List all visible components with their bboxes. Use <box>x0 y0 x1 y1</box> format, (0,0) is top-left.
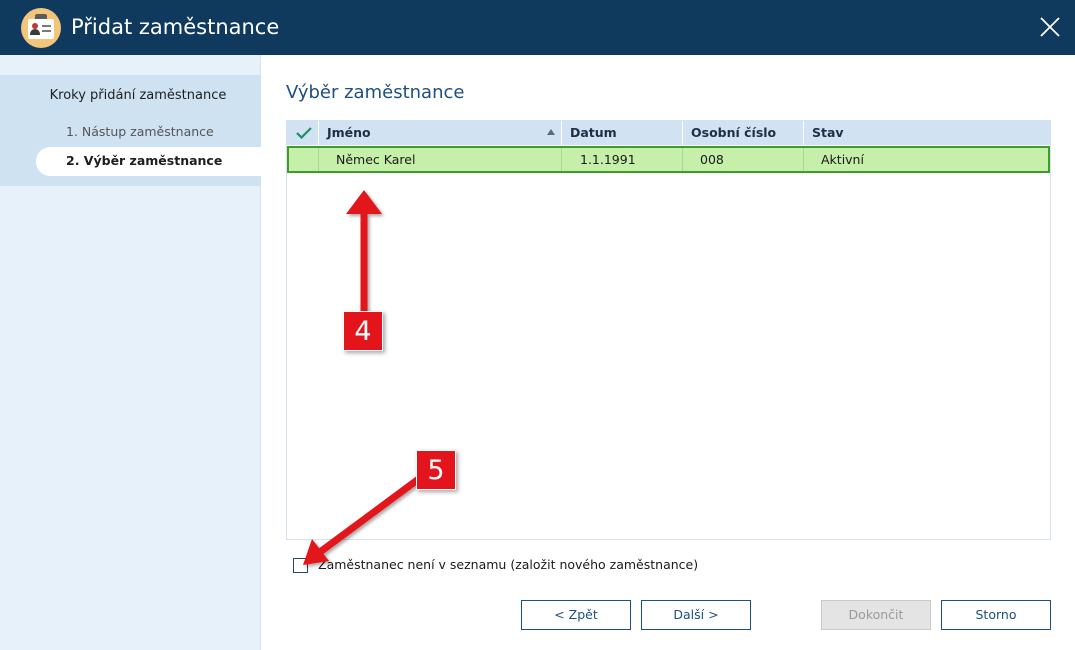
title-bar: Přidat zaměstnance <box>0 0 1075 55</box>
cell-osobni-cislo: 008 <box>683 148 804 171</box>
table-row[interactable]: Němec Karel 1.1.1991 008 Aktivní <box>287 146 1050 173</box>
steps-title: Kroky přidání zaměstnance <box>49 88 227 103</box>
annotation-marker-4: 4 <box>343 311 383 351</box>
close-icon[interactable] <box>1034 11 1066 43</box>
cell-datum: 1.1.1991 <box>562 148 683 171</box>
next-button[interactable]: Další > <box>641 600 751 630</box>
page-title: Výběr zaměstnance <box>286 82 465 103</box>
wizard-sidebar: Kroky přidání zaměstnance 1. Nástup zamě… <box>0 55 261 650</box>
step-vyber-label: 2. Výběr zaměstnance <box>66 153 223 168</box>
cancel-button[interactable]: Storno <box>941 600 1051 630</box>
cell-stav: Aktivní <box>821 152 864 167</box>
employee-badge-icon <box>21 8 61 48</box>
step-nastup[interactable]: 1. Nástup zaměstnance <box>66 124 214 139</box>
grid-header: Jméno Datum narození Osobní číslo Stav <box>287 121 1050 164</box>
annotation-marker-5: 5 <box>416 450 456 490</box>
new-employee-checkbox[interactable] <box>293 558 308 573</box>
cell-jmeno: Němec Karel <box>319 148 562 171</box>
new-employee-checkbox-label[interactable]: Zaměstnanec není v seznamu (založit nové… <box>318 557 698 572</box>
select-column-header[interactable] <box>287 121 319 145</box>
back-button[interactable]: < Zpět <box>521 600 631 630</box>
checkmark-icon <box>296 127 312 139</box>
steps-panel: Kroky přidání zaměstnance 1. Nástup zamě… <box>0 75 261 186</box>
step-vyber-active[interactable]: 2. Výběr zaměstnance <box>36 147 261 176</box>
column-header-jmeno[interactable]: Jméno <box>319 121 562 145</box>
window-title: Přidat zaměstnance <box>71 15 280 39</box>
finish-button[interactable]: Dokončit <box>821 600 931 630</box>
column-header-osobni-cislo[interactable]: Osobní číslo <box>683 121 804 145</box>
column-header-datum[interactable]: Datum narození <box>562 121 683 164</box>
employee-grid: Jméno Datum narození Osobní číslo Stav N… <box>286 120 1051 540</box>
column-header-stav[interactable]: Stav <box>804 121 1050 145</box>
row-select-cell[interactable] <box>289 148 319 171</box>
sort-ascending-icon <box>547 129 555 135</box>
column-label-jmeno: Jméno <box>327 125 371 140</box>
